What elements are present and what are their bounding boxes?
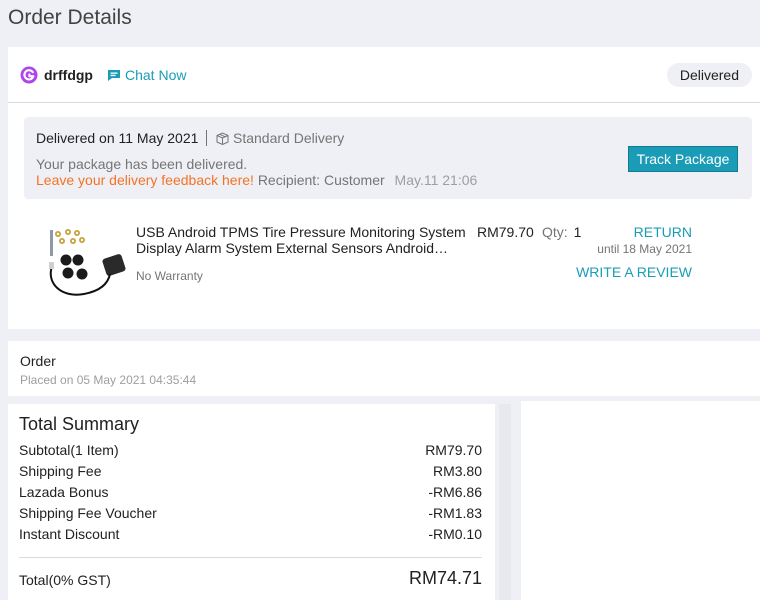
summary-row-label: Shipping Fee bbox=[19, 463, 102, 479]
status-badge: Delivered bbox=[666, 63, 752, 87]
total-label: Total(0% GST) bbox=[19, 572, 111, 588]
order-label: Order bbox=[20, 353, 56, 369]
summary-row-value: -RM0.10 bbox=[428, 526, 482, 542]
summary-divider bbox=[19, 557, 482, 558]
delivery-time: May.11 21:06 bbox=[394, 172, 478, 188]
summary-row-shipping-fee: Shipping Fee RM3.80 bbox=[19, 461, 482, 482]
scroll-divider bbox=[499, 404, 511, 600]
recipient-label: Recipient: Customer bbox=[257, 172, 385, 188]
side-panel bbox=[521, 401, 760, 600]
delivery-method-label: Standard Delivery bbox=[233, 130, 345, 146]
delivery-date: Delivered on 11 May 2021 bbox=[36, 130, 199, 146]
total-summary-card: Total Summary Subtotal(1 Item) RM79.70 S… bbox=[8, 404, 495, 600]
item-price: RM79.70 bbox=[477, 224, 534, 240]
summary-row-value: -RM6.86 bbox=[428, 484, 482, 500]
delivery-info-line: Leave your delivery feedback here! Recip… bbox=[36, 172, 477, 189]
product-title[interactable]: USB Android TPMS Tire Pressure Monitorin… bbox=[136, 224, 476, 256]
summary-row-subtotal: Subtotal(1 Item) RM79.70 bbox=[19, 440, 482, 461]
summary-row-label: Instant Discount bbox=[19, 526, 120, 542]
chat-now-link[interactable]: Chat Now bbox=[107, 66, 186, 84]
summary-row-value: RM79.70 bbox=[425, 442, 482, 458]
delivery-method: Standard Delivery bbox=[216, 130, 344, 146]
quantity-label: Qty: bbox=[542, 224, 568, 240]
warranty-label: No Warranty bbox=[136, 269, 203, 283]
order-card: Order Placed on 05 May 2021 04:35:44 bbox=[8, 341, 760, 396]
summary-row-label: Lazada Bonus bbox=[19, 484, 109, 500]
delivery-divider bbox=[206, 130, 207, 146]
summary-row-shipping-voucher: Shipping Fee Voucher -RM1.83 bbox=[19, 503, 482, 524]
total-value: RM74.71 bbox=[408, 568, 482, 588]
summary-title: Total Summary bbox=[19, 414, 140, 434]
summary-row-label: Subtotal(1 Item) bbox=[19, 442, 119, 458]
order-placed-date: Placed on 05 May 2021 04:35:44 bbox=[20, 373, 197, 387]
shop-logo-icon bbox=[20, 66, 38, 84]
summary-row-instant-discount: Instant Discount -RM0.10 bbox=[19, 524, 482, 545]
delivery-feedback-link[interactable]: Leave your delivery feedback here! bbox=[36, 172, 254, 188]
delivery-message: Your package has been delivered. bbox=[36, 156, 248, 172]
delivery-status-box: Delivered on 11 May 2021 Standard Delive… bbox=[24, 117, 752, 199]
shop-header: drffdgp Chat Now Delivered bbox=[8, 47, 760, 103]
return-button[interactable]: RETURN bbox=[634, 224, 692, 240]
package-box-icon bbox=[216, 131, 229, 145]
product-image[interactable] bbox=[44, 224, 128, 304]
return-deadline: until 18 May 2021 bbox=[597, 242, 692, 256]
package-card: drffdgp Chat Now Delivered Delivered on … bbox=[8, 47, 760, 329]
quantity: Qty: 1 bbox=[542, 224, 581, 240]
chat-now-label: Chat Now bbox=[125, 67, 187, 83]
track-package-button[interactable]: Track Package bbox=[628, 146, 738, 172]
summary-row-value: RM3.80 bbox=[432, 463, 482, 479]
quantity-value: 1 bbox=[573, 224, 582, 240]
chat-bubble-icon bbox=[108, 69, 120, 81]
summary-row-label: Shipping Fee Voucher bbox=[19, 505, 157, 521]
summary-row-value: -RM1.83 bbox=[428, 505, 482, 521]
summary-row-lazada-bonus: Lazada Bonus -RM6.86 bbox=[19, 482, 482, 503]
page-title: Order Details bbox=[8, 6, 132, 29]
shop-name[interactable]: drffdgp bbox=[44, 66, 93, 84]
write-review-button[interactable]: WRITE A REVIEW bbox=[576, 264, 692, 280]
